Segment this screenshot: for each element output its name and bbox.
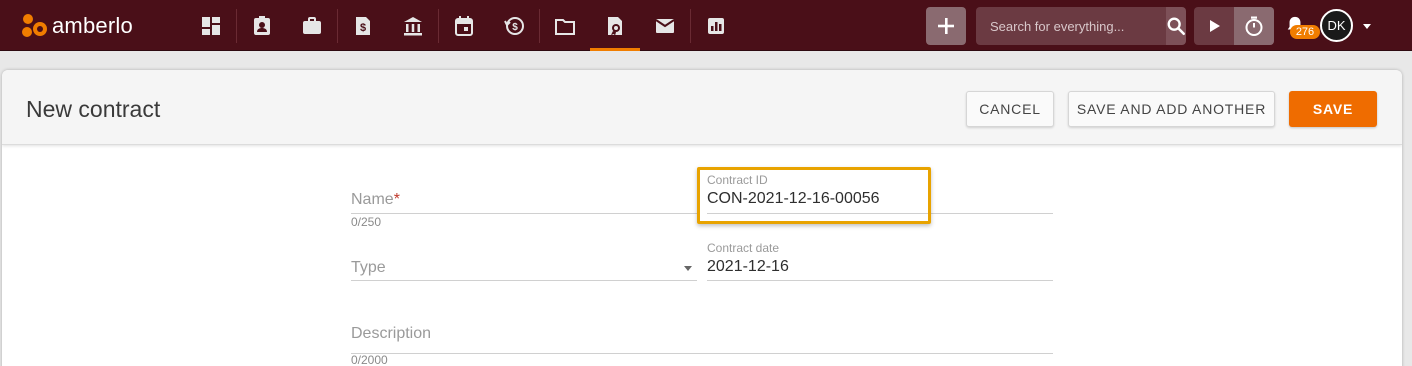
bank-icon [404, 16, 422, 35]
svg-text:$: $ [360, 22, 366, 34]
nav-contacts[interactable] [244, 0, 280, 51]
page-title: New contract [26, 96, 161, 122]
name-char-counter: 0/250 [351, 215, 382, 229]
required-mark: * [393, 191, 400, 208]
type-select[interactable]: Type [351, 248, 697, 281]
search-input[interactable] [976, 7, 1166, 45]
dropdown-arrow-icon [684, 266, 692, 271]
calendar-icon [455, 15, 473, 36]
type-underline [351, 280, 697, 281]
invoices-icon: $ [356, 16, 370, 35]
matters-icon [303, 16, 321, 34]
nav-dashboard[interactable] [193, 0, 229, 51]
stopwatch-icon [1245, 16, 1263, 36]
time-entries-icon: $ [504, 16, 524, 35]
nav-documents[interactable] [547, 0, 583, 51]
type-placeholder: Type [351, 259, 386, 276]
folder-icon [555, 18, 575, 35]
name-underline [351, 213, 697, 214]
description-field[interactable]: Description [351, 315, 1053, 354]
nav-reports[interactable] [698, 0, 734, 51]
svg-text:$: $ [512, 22, 518, 33]
dashboard-icon [202, 16, 220, 35]
nav-time-entries[interactable]: $ [496, 0, 532, 51]
save-button[interactable]: SAVE [1289, 91, 1377, 127]
contract-id-highlight-box [697, 167, 931, 224]
search-icon [1167, 17, 1185, 35]
nav-bank[interactable] [395, 0, 431, 51]
contract-date-underline [707, 280, 1053, 281]
reports-icon [708, 17, 724, 34]
nav-mail[interactable] [647, 0, 683, 51]
timer-controls [1194, 7, 1274, 45]
save-and-add-another-button[interactable]: SAVE AND ADD ANOTHER [1068, 91, 1275, 127]
search-button[interactable] [1166, 7, 1186, 45]
mail-icon [655, 18, 675, 33]
contacts-icon [254, 15, 270, 35]
nav-divider [690, 8, 691, 43]
global-search [976, 7, 1186, 45]
notifications-count-badge: 276 [1290, 25, 1320, 39]
top-navigation-bar: amberlo $ $ Search for everything... 276… [0, 0, 1412, 51]
quick-add-button[interactable] [926, 7, 966, 45]
description-char-counter: 0/2000 [351, 353, 388, 366]
nav-calendar[interactable] [446, 0, 482, 51]
contract-date-value: 2021-12-16 [707, 258, 789, 275]
contract-date-field[interactable]: Contract date 2021-12-16 [707, 240, 1053, 281]
amberlo-logo[interactable]: amberlo [20, 12, 133, 40]
contract-date-label: Contract date [707, 241, 780, 255]
nav-contracts[interactable] [590, 0, 640, 51]
cancel-button[interactable]: CANCEL [966, 91, 1054, 127]
stopwatch-button[interactable] [1234, 7, 1274, 45]
nav-invoices[interactable]: $ [345, 0, 381, 51]
nav-divider [337, 8, 338, 43]
form-header: New contract CANCEL SAVE AND ADD ANOTHER… [2, 70, 1402, 145]
chevron-down-icon[interactable] [1361, 20, 1373, 32]
description-underline [351, 353, 1053, 354]
plus-icon [938, 18, 954, 34]
start-timer-button[interactable] [1194, 7, 1234, 45]
nav-matters[interactable] [294, 0, 330, 51]
name-placeholder: Name [351, 191, 394, 208]
contracts-icon [608, 16, 622, 36]
nav-divider [438, 8, 439, 43]
amberlo-logo-icon [22, 14, 47, 37]
description-placeholder: Description [351, 325, 432, 342]
main-nav: $ $ [186, 0, 741, 51]
name-field[interactable]: Name* [351, 180, 697, 214]
nav-divider [539, 8, 540, 43]
user-avatar[interactable]: DK [1320, 9, 1353, 42]
nav-divider [236, 8, 237, 43]
app-name: amberlo [52, 13, 133, 38]
play-icon [1210, 20, 1220, 32]
